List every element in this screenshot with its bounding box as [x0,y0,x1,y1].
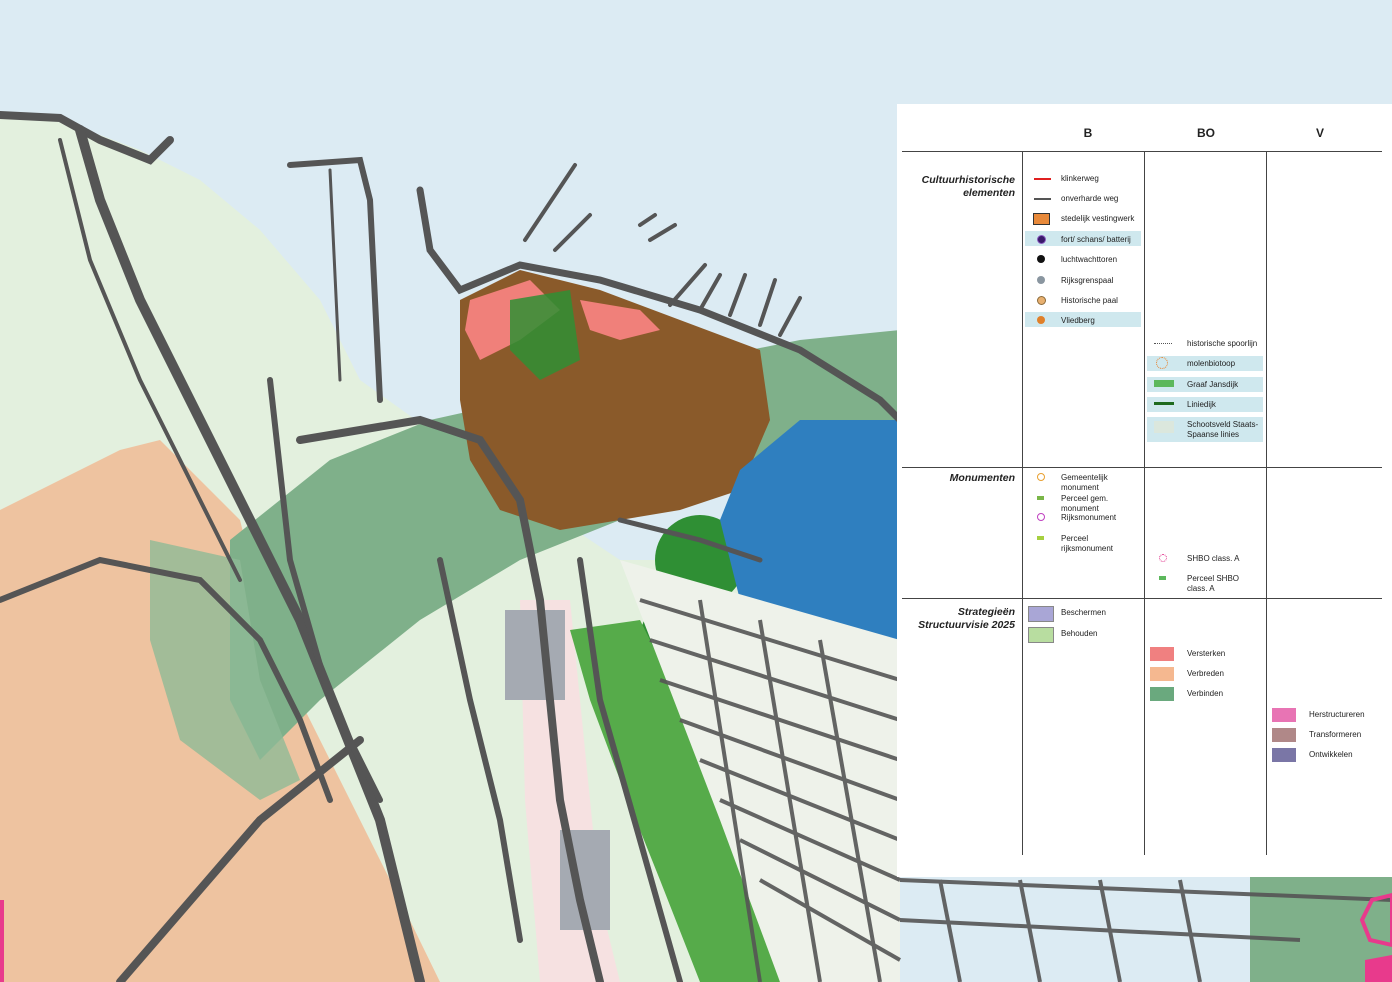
slate-box-icon [1272,748,1296,762]
orange-box-icon [1033,213,1050,225]
fort-dot-icon [1037,235,1046,244]
column-head-b: B [1083,126,1093,140]
light-green-box-icon [1028,627,1054,643]
purple-ring-icon [1037,513,1045,521]
peach-box-icon [1150,667,1174,681]
lime-box-icon [1037,536,1044,540]
left-edge-marker [0,900,4,982]
rule-top [902,151,1382,152]
rule-mid-1 [902,467,1382,468]
lavender-box-icon [1028,606,1054,622]
pink-ring-icon [1159,554,1167,562]
dotted-line-icon [1154,343,1172,344]
rule-col-1 [1022,151,1023,855]
red-line-icon [1034,178,1051,180]
mauve-box-icon [1272,728,1296,742]
small-green-box-icon [1037,496,1044,500]
pale-box-icon [1154,421,1174,433]
column-head-bo: BO [1197,126,1215,140]
grey-block-1 [505,610,565,700]
teal-box-icon [1150,687,1174,701]
legend-panel: B BO V Cultuurhistorische elementen Monu… [897,104,1392,877]
tan-dot-icon [1037,296,1046,305]
dark-green-line-icon [1154,402,1174,405]
molen-circle-icon [1156,357,1168,369]
grey-line-icon [1034,198,1051,200]
black-dot-icon [1037,255,1045,263]
red-box-icon [1150,647,1174,661]
orange-dot-icon [1037,316,1045,324]
pink-box-icon [1272,708,1296,722]
section-monumenten: Monumenten [949,472,1015,484]
grey-dot-icon [1037,276,1045,284]
section-strategie: Strategieën Structuurvisie 2025 [918,606,1015,631]
rule-mid-2 [902,598,1382,599]
section-cultuurhistorie: Cultuurhistorische elementen [921,174,1015,199]
column-head-v: V [1315,126,1324,140]
orange-ring-icon [1037,473,1045,481]
rule-col-3 [1266,151,1267,855]
green-bar-icon [1154,380,1174,387]
green-small-icon [1159,576,1166,580]
